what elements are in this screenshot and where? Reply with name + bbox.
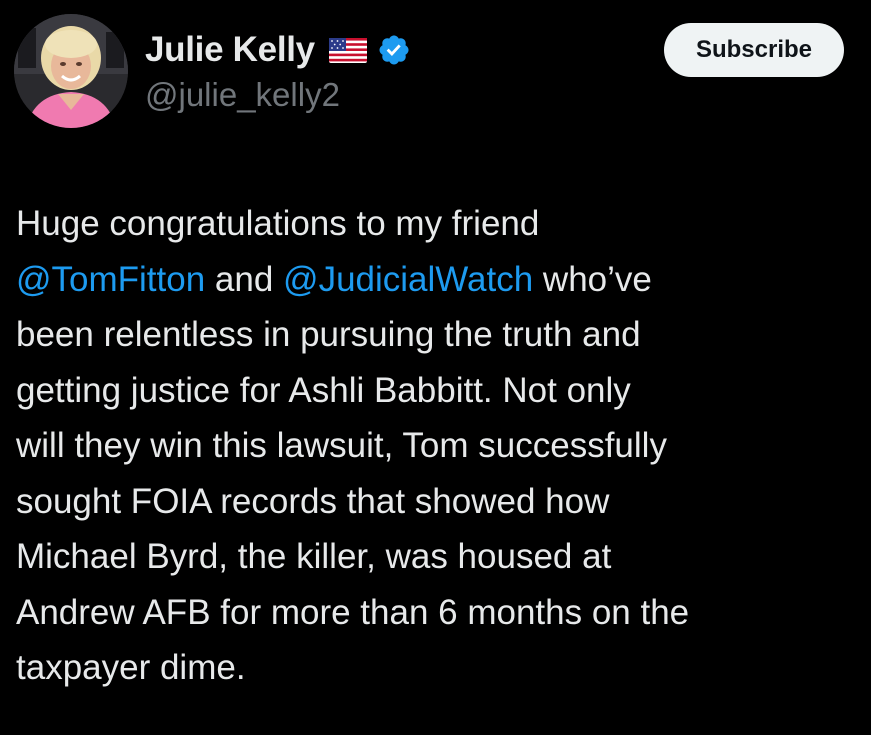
tweet-text: Huge congratulations to my friend @TomFit… bbox=[16, 196, 861, 696]
tweet-text-segment: Huge congratulations to my friend bbox=[16, 204, 540, 243]
tweet-text-line: sought FOIA records that showed how bbox=[16, 474, 861, 530]
tweet-text-segment: Andrew AFB for more than 6 months on the bbox=[16, 592, 690, 632]
us-flag-icon bbox=[328, 37, 367, 63]
tweet-text-segment: sought FOIA records that showed how bbox=[16, 481, 610, 521]
avatar-image bbox=[14, 14, 128, 128]
tweet-text-segment: will they win this lawsuit, Tom successf… bbox=[16, 426, 667, 465]
tweet-text-segment: getting justice for Ashli Babbitt. Not o… bbox=[16, 370, 631, 410]
tweet-text-segment: who’ve bbox=[533, 259, 652, 299]
verified-badge-icon[interactable] bbox=[377, 33, 411, 67]
author-name-row: Julie Kelly bbox=[145, 28, 411, 72]
tweet-text-line: been relentless in pursuing the truth an… bbox=[16, 307, 861, 363]
avatar[interactable] bbox=[14, 14, 128, 128]
tweet-text-segment: taxpayer dime. bbox=[16, 648, 246, 687]
author-handle[interactable]: @julie_kelly2 bbox=[145, 76, 340, 114]
tweet-text-segment: been relentless in pursuing the truth an… bbox=[16, 315, 641, 354]
tweet-text-line: @TomFitton and @JudicialWatch who’ve bbox=[16, 252, 861, 308]
tweet-text-line: getting justice for Ashli Babbitt. Not o… bbox=[16, 363, 861, 419]
tweet-text-line: Huge congratulations to my friend bbox=[16, 196, 861, 252]
tweet-text-line: taxpayer dime. bbox=[16, 640, 861, 696]
tweet-text-line: will they win this lawsuit, Tom successf… bbox=[16, 418, 861, 474]
subscribe-button[interactable]: Subscribe bbox=[664, 23, 844, 77]
author-display-name[interactable]: Julie Kelly bbox=[145, 30, 315, 70]
tweet-text-segment: and bbox=[205, 259, 284, 299]
tweet: Julie Kelly @julie_kelly2 Subscribe Huge… bbox=[0, 0, 871, 735]
mention-link[interactable]: @TomFitton bbox=[16, 260, 205, 299]
mention-link[interactable]: @JudicialWatch bbox=[283, 260, 533, 299]
tweet-text-segment: Michael Byrd, the killer, was housed at bbox=[16, 537, 612, 576]
tweet-text-line: Andrew AFB for more than 6 months on the bbox=[16, 585, 861, 641]
tweet-text-line: Michael Byrd, the killer, was housed at bbox=[16, 529, 861, 585]
